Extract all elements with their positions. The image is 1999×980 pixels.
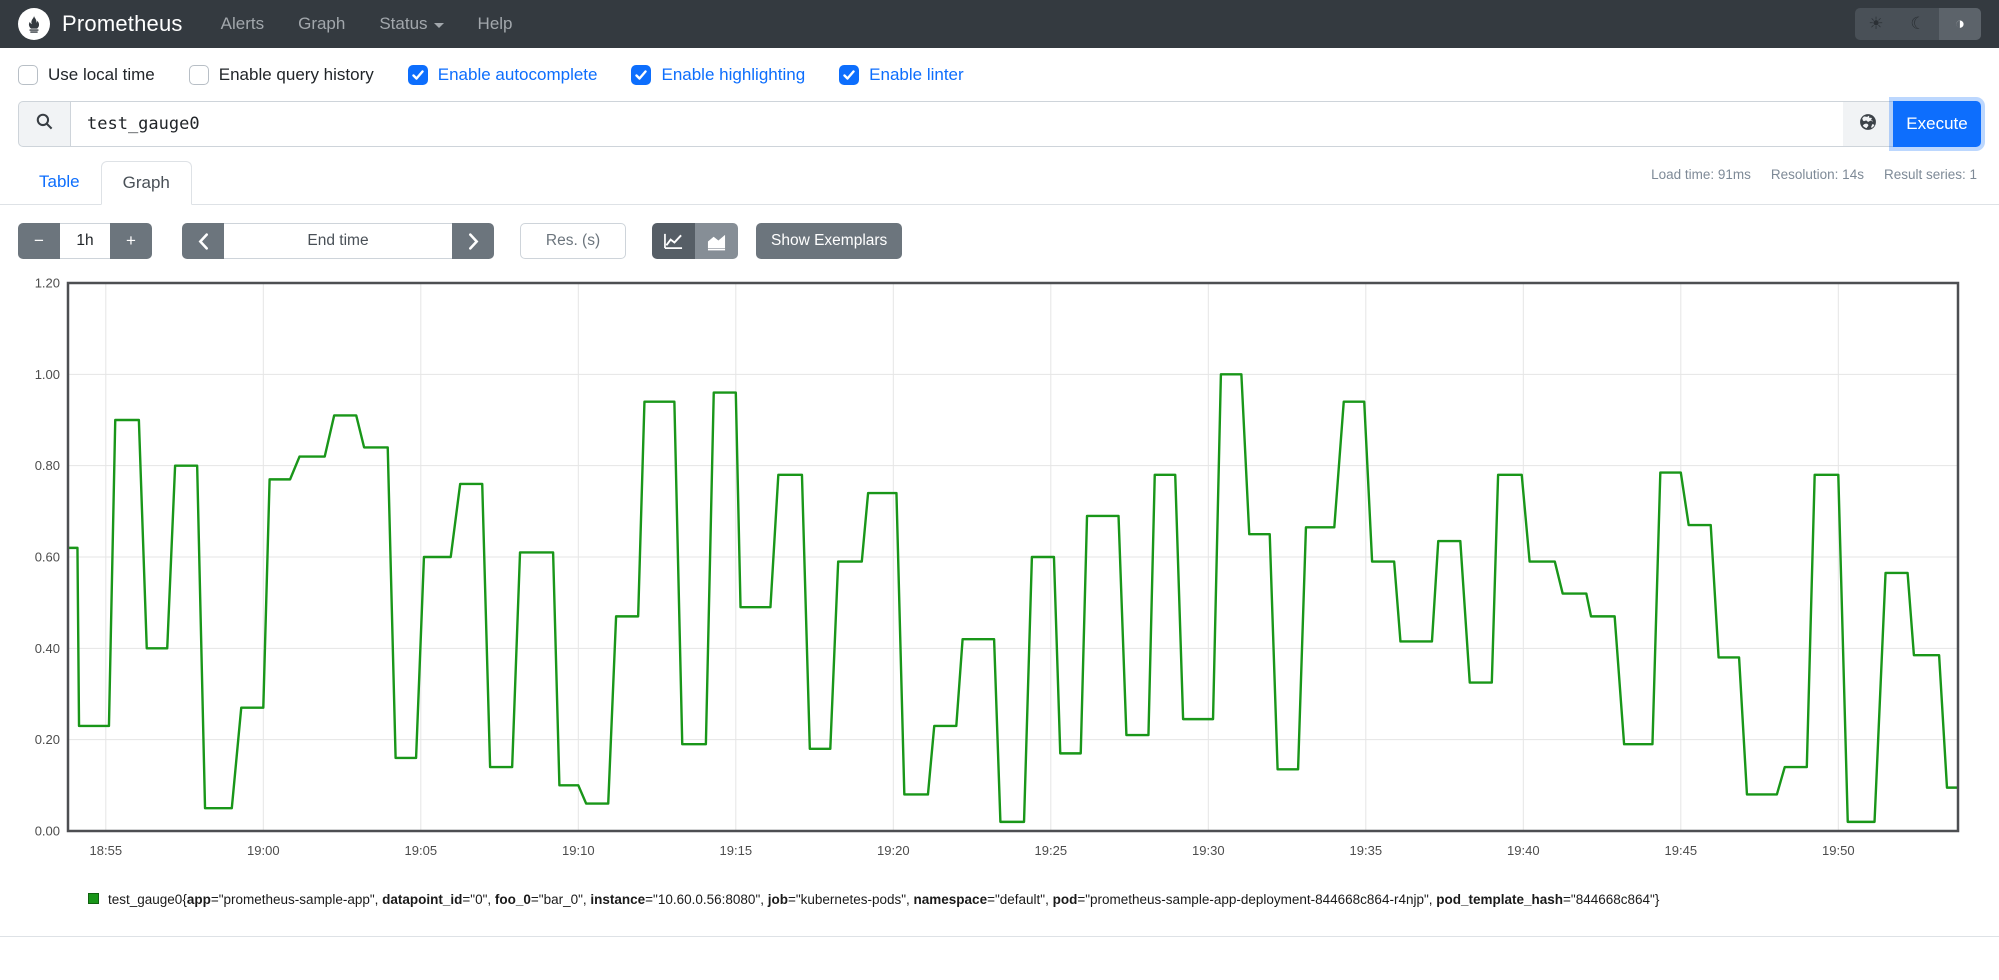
svg-text:19:05: 19:05 <box>405 843 438 858</box>
svg-text:19:45: 19:45 <box>1665 843 1698 858</box>
checkbox-label: Enable highlighting <box>661 65 806 84</box>
moon-icon[interactable]: ☾ <box>1897 8 1939 40</box>
range-input[interactable]: 1h <box>60 223 110 259</box>
checkbox-enable-query-history[interactable]: Enable query history <box>188 65 374 85</box>
graph-controls: − 1h + End time Res. (s) Show Exemplars <box>18 223 1981 259</box>
svg-text:19:20: 19:20 <box>877 843 910 858</box>
sun-icon[interactable]: ☀ <box>1855 8 1897 40</box>
search-addon <box>18 101 70 147</box>
svg-text:0.00: 0.00 <box>35 824 60 839</box>
tab-graph[interactable]: Graph <box>100 161 192 205</box>
stat-item: Resolution: 14s <box>1770 167 1864 182</box>
checkbox-use-local-time[interactable]: Use local time <box>18 65 155 85</box>
unchecked-checkbox-icon[interactable] <box>18 65 38 85</box>
svg-text:0.60: 0.60 <box>35 550 60 565</box>
brand-name: Prometheus <box>62 11 183 36</box>
endtime-group: End time <box>182 223 494 259</box>
nav-item-graph[interactable]: Graph <box>298 14 345 34</box>
svg-text:0.80: 0.80 <box>35 458 60 473</box>
brand[interactable]: Prometheus <box>18 8 183 40</box>
nav-item-alerts[interactable]: Alerts <box>221 14 264 34</box>
unchecked-checkbox-icon[interactable] <box>188 65 209 85</box>
checked-checkbox-icon[interactable] <box>631 65 652 85</box>
svg-text:19:00: 19:00 <box>247 843 280 858</box>
series-legend[interactable]: test_gauge0{app="prometheus-sample-app",… <box>88 890 1999 910</box>
metrics-explorer-button[interactable] <box>1843 101 1893 147</box>
back-time-button[interactable] <box>182 223 224 259</box>
bottom-divider <box>0 935 1999 937</box>
svg-text:0.40: 0.40 <box>35 641 60 656</box>
execute-button[interactable]: Execute <box>1893 101 1981 147</box>
svg-text:1.00: 1.00 <box>35 367 60 382</box>
query-bar: test_gauge0 Execute <box>18 101 1981 147</box>
navbar: Prometheus Alerts Graph Status Help ☀ ☾ ◑ <box>0 0 1999 48</box>
globe-icon <box>1858 112 1878 137</box>
prometheus-logo-icon <box>18 8 50 40</box>
chart-type-toggle <box>652 223 738 259</box>
decrease-range-button[interactable]: − <box>18 223 60 259</box>
increase-range-button[interactable]: + <box>110 223 152 259</box>
nav-links: Alerts Graph Status Help <box>221 14 1855 34</box>
theme-toggle-group: ☀ ☾ ◑ <box>1855 8 1981 40</box>
stacked-chart-button[interactable] <box>695 223 738 259</box>
checkbox-label: Use local time <box>48 65 155 84</box>
checkbox-enable-linter[interactable]: Enable linter <box>839 65 964 85</box>
stat-item: Result series: 1 <box>1883 167 1977 182</box>
svg-text:19:25: 19:25 <box>1035 843 1068 858</box>
svg-text:0.20: 0.20 <box>35 732 60 747</box>
range-group: − 1h + <box>18 223 152 259</box>
time-series-chart[interactable]: 0.00 0.20 0.40 0.60 0.80 1.00 1.20 18:55 19:00 19… <box>18 273 1981 863</box>
expression-input[interactable]: test_gauge0 <box>70 101 1843 147</box>
checkbox-label: Enable query history <box>218 65 374 84</box>
checked-checkbox-icon[interactable] <box>407 65 428 85</box>
checkbox-enable-autocomplete[interactable]: Enable autocomplete <box>407 65 598 85</box>
svg-text:1.20: 1.20 <box>35 276 60 291</box>
checkbox-label: Enable linter <box>869 65 964 84</box>
svg-text:18:55: 18:55 <box>90 843 123 858</box>
search-icon <box>35 112 54 136</box>
tabs-row: Table Graph Load time: 91ms Resolution: 1… <box>0 161 1999 205</box>
series-label-text: test_gauge0{app="prometheus-sample-app",… <box>108 892 1660 907</box>
chevron-down-icon <box>433 22 444 28</box>
svg-text:19:40: 19:40 <box>1507 843 1540 858</box>
show-exemplars-button[interactable]: Show Exemplars <box>756 223 903 259</box>
graph-panel: 0.00 0.20 0.40 0.60 0.80 1.00 1.20 18:55 19:00 19… <box>18 273 1981 868</box>
options-bar: Use local time Enable query history Enable… <box>0 48 1999 99</box>
line-chart-button[interactable] <box>652 223 695 259</box>
svg-text:19:15: 19:15 <box>720 843 753 858</box>
resolution-input[interactable]: Res. (s) <box>520 223 626 259</box>
checked-checkbox-icon[interactable] <box>839 65 860 85</box>
tab-table[interactable]: Table <box>18 161 101 204</box>
auto-contrast-icon[interactable]: ◑ <box>1939 8 1981 40</box>
end-time-input[interactable]: End time <box>224 223 452 259</box>
nav-item-status[interactable]: Status <box>379 14 444 34</box>
stat-item: Load time: 91ms <box>1651 167 1751 182</box>
nav-item-help[interactable]: Help <box>478 14 513 34</box>
checkbox-label: Enable autocomplete <box>437 65 598 84</box>
series-swatch <box>88 893 99 904</box>
forward-time-button[interactable] <box>452 223 494 259</box>
query-stats: Load time: 91ms Resolution: 14s Result ser… <box>1651 167 1977 182</box>
svg-text:19:30: 19:30 <box>1192 843 1225 858</box>
svg-text:19:50: 19:50 <box>1822 843 1855 858</box>
svg-text:19:35: 19:35 <box>1350 843 1383 858</box>
checkbox-enable-highlighting[interactable]: Enable highlighting <box>631 65 805 85</box>
svg-text:19:10: 19:10 <box>562 843 595 858</box>
